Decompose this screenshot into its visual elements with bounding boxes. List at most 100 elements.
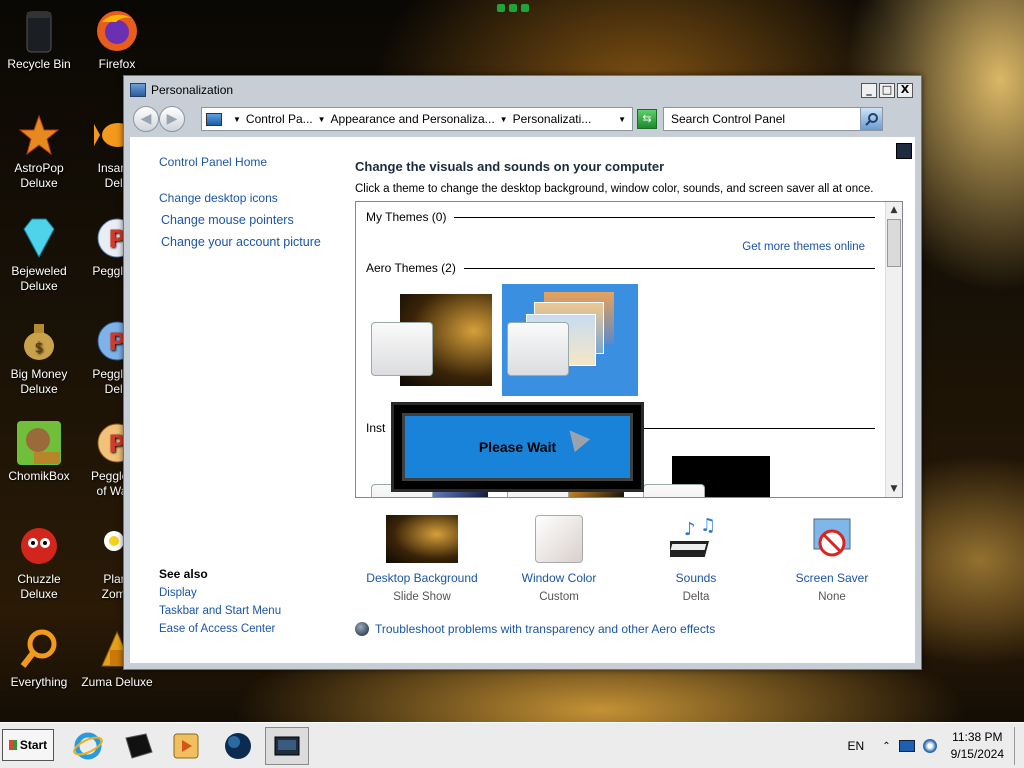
desktop-icon-label: Firefox xyxy=(98,57,136,71)
desktop-icon-chuzzle[interactable]: Chuzzle Deluxe xyxy=(0,523,78,602)
window-color-icon xyxy=(499,513,619,565)
svg-text:♫: ♫ xyxy=(700,515,716,536)
scroll-thumb[interactable] xyxy=(887,219,901,267)
desktop-background-item[interactable]: Desktop Background Slide Show xyxy=(362,513,482,603)
taskbar-start-menu-link[interactable]: Taskbar and Start Menu xyxy=(159,605,281,617)
desktop-icon-label: Zuma Deluxe xyxy=(81,675,153,689)
aero-themes-group: Aero Themes (2) xyxy=(366,261,875,275)
back-button[interactable]: ◀ xyxy=(133,106,159,132)
content-pane: Control Panel Home Change desktop icons … xyxy=(130,137,915,663)
clock[interactable]: 11:38 PM 9/15/2024 xyxy=(951,729,1004,763)
bejeweled-icon xyxy=(16,215,62,261)
show-desktop-button[interactable] xyxy=(1014,727,1020,765)
desktop-icon-firefox[interactable]: Firefox xyxy=(78,8,156,72)
change-account-picture-link[interactable]: Change your account picture xyxy=(161,235,339,249)
forward-button[interactable]: ▶ xyxy=(159,106,185,132)
breadcrumb-appearance[interactable]: Appearance and Personaliza... xyxy=(331,112,495,126)
title-bar[interactable]: Personalization _ □ X xyxy=(130,80,913,100)
desktop-icon-label: ChomikBox xyxy=(8,469,70,483)
desktop-icon-astropop[interactable]: AstroPop Deluxe xyxy=(0,112,78,191)
desktop-icon-label: Chuzzle Deluxe xyxy=(17,572,61,601)
sounds-item[interactable]: ♪ ♫ Sounds Delta xyxy=(636,513,756,603)
task-view-icon[interactable] xyxy=(118,727,158,765)
desktop-icon-big-money[interactable]: $ Big Money Deluxe xyxy=(0,318,78,397)
control-panel-monitor-icon xyxy=(206,112,222,126)
screen-saver-icon xyxy=(772,513,892,565)
chevron-down-icon[interactable]: ▼ xyxy=(318,115,326,124)
breadcrumb-control-panel[interactable]: Control Pa... xyxy=(246,112,313,126)
desktop-background-value: Slide Show xyxy=(393,591,451,603)
theme-list-scrollbar[interactable]: ▲ ▼ xyxy=(885,202,902,497)
theme-window-color-swatch xyxy=(643,484,705,497)
chevron-down-icon[interactable]: ▼ xyxy=(233,115,241,124)
page-subtitle: Click a theme to change the desktop back… xyxy=(355,183,874,195)
window-color-value: Custom xyxy=(539,591,579,603)
svg-text:$: $ xyxy=(35,340,44,356)
volume-icon[interactable] xyxy=(922,739,937,753)
media-player-icon[interactable] xyxy=(166,727,206,765)
desktop-icon-label: Recycle Bin xyxy=(7,57,71,71)
chuzzle-icon xyxy=(16,523,62,569)
desktop-background-label[interactable]: Desktop Background xyxy=(362,571,482,585)
clock-time: 11:38 PM xyxy=(952,730,1003,744)
theme-window-color-swatch xyxy=(507,322,569,376)
troubleshoot-icon xyxy=(355,622,369,636)
get-more-themes-link[interactable]: Get more themes online xyxy=(742,241,865,253)
change-mouse-pointers-link[interactable]: Change mouse pointers xyxy=(161,213,339,227)
desktop-background-icon xyxy=(362,513,482,565)
desktop-icon-bejeweled[interactable]: Bejeweled Deluxe xyxy=(0,215,78,294)
refresh-button[interactable]: ⇆ xyxy=(637,109,657,129)
windows-flag-icon xyxy=(8,740,17,750)
recycle-bin-icon xyxy=(16,8,62,54)
taskbar: Start EN ⌃ 11:38 PM 9/15/2024 xyxy=(0,722,1024,768)
aero-themes-label: Aero Themes (2) xyxy=(366,261,456,275)
network-icon[interactable] xyxy=(898,740,915,752)
window-color-label[interactable]: Window Color xyxy=(499,571,619,585)
scroll-up-icon[interactable]: ▲ xyxy=(886,202,902,218)
language-indicator[interactable]: EN xyxy=(848,739,865,753)
screen-saver-item[interactable]: Screen Saver None xyxy=(772,513,892,603)
internet-explorer-icon[interactable] xyxy=(68,727,108,765)
screen-saver-label[interactable]: Screen Saver xyxy=(772,571,892,585)
clock-date: 9/15/2024 xyxy=(950,747,1004,761)
please-wait-dialog: Please Wait xyxy=(391,402,644,492)
search-icon[interactable] xyxy=(860,108,882,130)
sounds-value: Delta xyxy=(682,591,710,603)
chomikbox-icon xyxy=(16,420,62,466)
see-also: See also Display Taskbar and Start Menu … xyxy=(159,567,281,641)
desktop-icon-everything[interactable]: Everything xyxy=(0,626,78,690)
breadcrumb[interactable]: ▼ Control Pa... ▼ Appearance and Persona… xyxy=(201,107,633,131)
display-link[interactable]: Display xyxy=(159,587,281,599)
minimize-button[interactable]: _ xyxy=(861,82,877,98)
window-color-item[interactable]: Window Color Custom xyxy=(499,513,619,603)
chevron-down-icon[interactable]: ▼ xyxy=(500,115,508,124)
globe-icon[interactable] xyxy=(218,727,258,765)
start-button[interactable]: Start xyxy=(2,729,54,761)
scroll-down-icon[interactable]: ▼ xyxy=(886,481,902,497)
maximize-button[interactable]: □ xyxy=(879,82,895,98)
ease-of-access-link[interactable]: Ease of Access Center xyxy=(159,623,281,635)
active-window-icon[interactable] xyxy=(265,727,309,765)
desktop-icon-recycle-bin[interactable]: Recycle Bin xyxy=(0,8,78,72)
sounds-label[interactable]: Sounds xyxy=(636,571,756,585)
control-panel-icon xyxy=(130,83,146,97)
please-wait-text: Please Wait xyxy=(478,439,557,455)
help-icon[interactable] xyxy=(896,143,912,159)
show-hidden-icons-icon[interactable]: ⌃ xyxy=(882,741,890,752)
breadcrumb-personalization[interactable]: Personalizati... xyxy=(513,112,592,126)
left-nav: Control Panel Home Change desktop icons … xyxy=(159,155,339,249)
change-desktop-icons-link[interactable]: Change desktop icons xyxy=(159,191,339,205)
desktop-icon-chomikbox[interactable]: ChomikBox xyxy=(0,420,78,484)
troubleshoot-link[interactable]: Troubleshoot problems with transparency … xyxy=(355,622,715,636)
search-input[interactable]: Search Control Panel xyxy=(663,107,883,131)
astropop-icon xyxy=(16,112,62,158)
my-themes-group: My Themes (0) xyxy=(366,210,875,224)
theme-window-color-swatch xyxy=(371,322,433,376)
troubleshoot-label[interactable]: Troubleshoot problems with transparency … xyxy=(375,622,715,636)
close-button[interactable]: X xyxy=(897,82,913,98)
control-panel-home-link[interactable]: Control Panel Home xyxy=(159,155,339,169)
address-dropdown-icon[interactable]: ▼ xyxy=(618,115,626,124)
system-tray: EN ⌃ 11:38 PM 9/15/2024 xyxy=(848,723,1020,768)
firefox-icon xyxy=(94,8,140,54)
desktop-icon-label: Big Money Deluxe xyxy=(10,367,68,396)
